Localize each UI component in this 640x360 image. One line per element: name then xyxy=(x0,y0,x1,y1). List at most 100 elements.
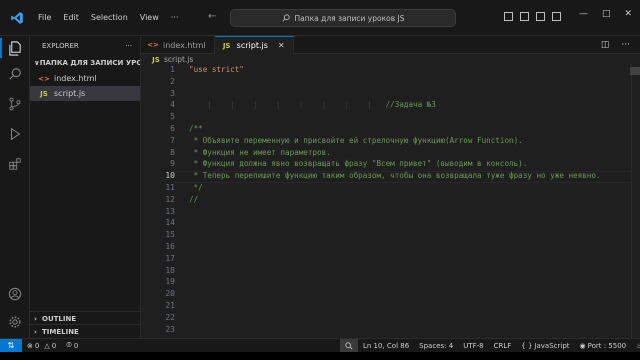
line-number: 11 xyxy=(165,182,175,192)
warning-count: 0 xyxy=(51,341,57,350)
code-line-9: * Функция должна явно возвращать фразу "… xyxy=(189,159,528,169)
window-controls: — □ ✕ xyxy=(579,9,632,19)
line-number: 10 xyxy=(165,171,175,181)
split-editor-icon[interactable]: ◫ xyxy=(601,40,610,50)
close-window-icon[interactable]: ✕ xyxy=(624,9,632,19)
tab-script-js[interactable]: JS script.js ✕ xyxy=(214,36,294,54)
timeline-label: TIMELINE xyxy=(42,327,79,336)
search-text: Папка для записи уроков JS xyxy=(294,13,405,23)
notifications-icon[interactable]: ♨ xyxy=(631,342,640,350)
code-line-6: /** xyxy=(189,123,203,133)
ports-status[interactable]: ⦷ 0 xyxy=(61,341,83,350)
chevron-right-icon: › xyxy=(34,314,37,323)
editor-scrollbar[interactable] xyxy=(631,64,640,338)
command-center-search[interactable]: Папка для записи уроков JS xyxy=(230,9,456,27)
more-actions-icon[interactable]: ··· xyxy=(125,42,132,50)
vscode-logo-icon xyxy=(6,7,28,29)
code-editor[interactable]: 1 2 3 4 5 6 7 8 9 10 11 12 13 14 15 16 17 18 19 20 21 22 23 "u… xyxy=(141,64,631,338)
line-number: 23 xyxy=(165,324,175,334)
extensions-icon[interactable] xyxy=(5,154,25,174)
close-tab-icon[interactable]: ✕ xyxy=(278,41,285,50)
antenna-icon: ⦷ xyxy=(66,341,72,349)
eol-status[interactable]: CRLF xyxy=(489,342,517,350)
customize-layout-icon[interactable] xyxy=(552,12,561,21)
encoding-status[interactable]: UTF-8 xyxy=(458,342,488,350)
settings-gear-icon[interactable] xyxy=(5,312,25,332)
indent-guides: | | | | | | | | xyxy=(189,100,386,110)
more-actions-icon[interactable]: ··· xyxy=(621,40,630,50)
tab-label: index.html xyxy=(163,40,206,50)
line-number: 22 xyxy=(165,312,175,322)
line-number: 7 xyxy=(170,135,175,145)
live-server-port[interactable]: ◉ Port : 5500 xyxy=(575,342,632,350)
menu-more[interactable]: ··· xyxy=(165,13,185,22)
file-name: script.js xyxy=(54,89,86,98)
line-number: 1 xyxy=(170,65,175,74)
tab-index-html[interactable]: <> index.html xyxy=(141,36,215,54)
menu-edit[interactable]: Edit xyxy=(57,13,85,22)
zoom-icon[interactable] xyxy=(340,339,358,352)
port-label: Port : 5500 xyxy=(587,341,627,350)
ports-count: 0 xyxy=(73,341,79,350)
line-number: 20 xyxy=(165,289,175,299)
breadcrumb: JS script.js xyxy=(152,55,193,64)
toggle-panel-icon[interactable] xyxy=(520,12,529,21)
activity-bar xyxy=(0,36,30,338)
line-number: 8 xyxy=(170,147,175,157)
code-line-1: "use strict" xyxy=(189,65,244,74)
title-bar: File Edit Selection View ··· ← Папка для… xyxy=(0,0,640,36)
line-number: 4 xyxy=(170,100,175,110)
js-file-icon: JS xyxy=(222,41,231,50)
code-line-7: * Объявите переменную и присвойте ей стр… xyxy=(189,135,523,145)
menu-selection[interactable]: Selection xyxy=(85,13,134,22)
source-control-icon[interactable] xyxy=(5,94,25,114)
toggle-sidebar-icon[interactable] xyxy=(504,12,513,21)
file-item-index-html[interactable]: <> index.html xyxy=(30,71,140,86)
menu-view[interactable]: View xyxy=(134,13,165,22)
menu-file[interactable]: File xyxy=(32,13,57,22)
code-line-11: */ xyxy=(189,182,203,192)
line-number: 15 xyxy=(165,230,175,240)
problems-status[interactable]: ⊗ 0 △ 0 xyxy=(22,342,61,350)
explorer-header: EXPLORER ··· xyxy=(30,37,140,55)
code-content[interactable]: "use strict" | | | | | | | | //Задача №3… xyxy=(189,64,600,206)
outline-label: OUTLINE xyxy=(42,314,77,323)
warning-icon: △ xyxy=(44,341,50,350)
editor-actions: ◫ ··· xyxy=(601,40,630,50)
indentation-status[interactable]: Spaces: 4 xyxy=(414,342,458,350)
search-icon[interactable] xyxy=(5,64,25,84)
restore-icon[interactable]: □ xyxy=(602,9,611,19)
line-number: 13 xyxy=(165,206,175,216)
workspace-folder[interactable]: ∨ ПАПКА ДЛЯ ЗАПИСИ УРО... xyxy=(30,55,140,71)
braces-icon: { } xyxy=(521,341,533,350)
toggle-secondary-sidebar-icon[interactable] xyxy=(536,12,545,21)
language-label: JavaScript xyxy=(534,341,570,350)
line-number: 5 xyxy=(170,112,175,122)
line-number: 17 xyxy=(165,253,175,263)
run-debug-icon[interactable] xyxy=(5,124,25,144)
line-number: 18 xyxy=(165,265,175,275)
line-number: 21 xyxy=(165,300,175,310)
outline-section[interactable]: › OUTLINE xyxy=(30,311,141,325)
breadcrumb-file[interactable]: script.js xyxy=(164,55,193,64)
file-item-script-js[interactable]: JS script.js xyxy=(30,86,140,101)
timeline-section[interactable]: › TIMELINE xyxy=(30,324,141,338)
line-number-gutter: 1 2 3 4 5 6 7 8 9 10 11 12 13 14 15 16 17 18 19 20 21 22 23 xyxy=(141,64,175,335)
line-number: 2 xyxy=(170,76,175,86)
scrollbar-thumb[interactable] xyxy=(630,67,640,75)
account-icon[interactable] xyxy=(5,284,25,304)
line-number: 9 xyxy=(170,159,175,169)
line-number: 3 xyxy=(170,88,175,98)
language-mode[interactable]: { } JavaScript xyxy=(516,342,574,350)
explorer-icon[interactable] xyxy=(0,38,25,58)
explorer-sidebar: EXPLORER ··· ∨ ПАПКА ДЛЯ ЗАПИСИ УРО... <… xyxy=(30,36,141,338)
chevron-right-icon: › xyxy=(34,327,37,336)
layout-controls xyxy=(504,12,561,21)
code-line-4: | | | | | | | | //Задача №3 xyxy=(189,100,436,110)
remote-icon[interactable]: ⇅ xyxy=(0,338,22,353)
minimize-icon[interactable]: — xyxy=(579,9,588,19)
back-arrow-icon[interactable]: ← xyxy=(208,11,216,22)
cursor-position[interactable]: Ln 10, Col 86 xyxy=(358,342,414,350)
